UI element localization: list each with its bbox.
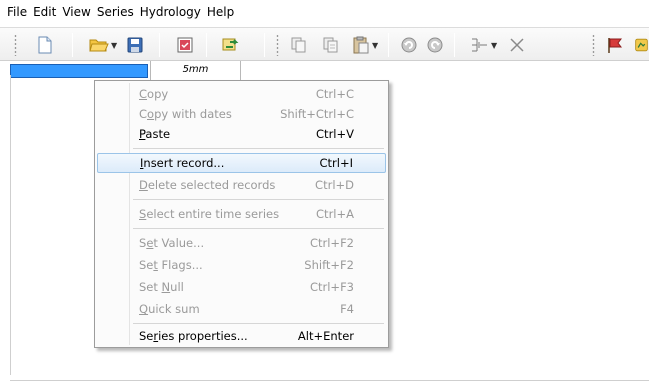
copy-icon[interactable] xyxy=(288,34,310,56)
map-icon[interactable] xyxy=(634,34,649,56)
menu-help[interactable]: Help xyxy=(204,0,237,24)
toolbar-separator xyxy=(388,33,389,57)
menu-item-shortcut: Ctrl+A xyxy=(316,207,354,221)
refresh-arrow-icon[interactable] xyxy=(220,34,242,56)
series-grid: 5mm xyxy=(10,61,242,80)
menu-item-label: Copy xyxy=(139,87,169,101)
new-document-icon[interactable] xyxy=(34,34,56,56)
menu-item-label: Select entire time series xyxy=(139,207,280,221)
menu-item-label: Series properties... xyxy=(139,329,248,343)
menu-item-shortcut: F4 xyxy=(340,302,354,316)
selected-grid-cell[interactable] xyxy=(10,64,148,78)
toolbar-grip[interactable] xyxy=(592,34,595,56)
menu-separator xyxy=(133,323,384,324)
menu-view[interactable]: View xyxy=(59,0,93,24)
menu-item-shortcut: Ctrl+C xyxy=(315,87,354,101)
menu-item-shortcut: Ctrl+I xyxy=(319,156,354,170)
menu-item-shortcut: Alt+Enter xyxy=(297,329,354,343)
menu-separator xyxy=(133,199,384,200)
menu-hydrology[interactable]: Hydrology xyxy=(137,0,204,24)
insert-dropdown-arrow-icon[interactable]: ▼ xyxy=(491,41,497,50)
menu-item-set-flags[interactable]: Set Flags... Shift+F2 xyxy=(97,255,386,275)
toolbar: ▼ ▼ ▼ xyxy=(0,27,649,61)
menu-item-delete-selected-records[interactable]: Delete selected records Ctrl+D xyxy=(97,175,386,195)
menu-item-label: Set Flags... xyxy=(139,258,203,272)
properties-icon[interactable] xyxy=(174,34,196,56)
menu-item-shortcut: Ctrl+F3 xyxy=(309,280,354,294)
paste-icon[interactable] xyxy=(350,34,372,56)
paste-dropdown-arrow-icon[interactable]: ▼ xyxy=(372,41,378,50)
copy-with-dates-icon[interactable] xyxy=(320,34,342,56)
delete-icon[interactable] xyxy=(506,34,528,56)
menu-item-shortcut: Ctrl+V xyxy=(316,127,354,141)
toolbar-separator xyxy=(206,33,207,57)
menu-item-shortcut: Ctrl+D xyxy=(315,178,354,192)
toolbar-separator xyxy=(454,33,455,57)
grid-bottom-border xyxy=(10,380,649,381)
menu-item-quick-sum[interactable]: Quick sum F4 xyxy=(97,299,386,319)
toolbar-separator xyxy=(159,33,160,57)
grid-left-border xyxy=(10,75,11,375)
menu-item-label: Paste xyxy=(139,127,171,141)
toolbar-grip[interactable] xyxy=(14,34,17,56)
menu-item-label: Insert record... xyxy=(140,156,225,170)
toolbar-grip[interactable] xyxy=(276,34,279,56)
insert-record-icon[interactable] xyxy=(468,34,490,56)
menu-item-insert-record[interactable]: Insert record... Ctrl+I xyxy=(97,153,386,173)
menu-item-shortcut: Shift+Ctrl+C xyxy=(280,107,354,121)
save-icon[interactable] xyxy=(124,34,146,56)
menu-item-series-properties[interactable]: Series properties... Alt+Enter xyxy=(97,326,386,346)
flag-icon[interactable] xyxy=(604,34,626,56)
menu-item-label: Set Null xyxy=(139,280,184,294)
menu-item-copy-with-dates[interactable]: Copy with dates Shift+Ctrl+C xyxy=(97,104,386,124)
menu-item-paste[interactable]: Paste Ctrl+V xyxy=(97,124,386,144)
menu-edit[interactable]: Edit xyxy=(30,0,59,24)
menu-item-set-null[interactable]: Set Null Ctrl+F3 xyxy=(97,277,386,297)
menu-separator xyxy=(133,228,384,229)
menu-item-set-value[interactable]: Set Value... Ctrl+F2 xyxy=(97,233,386,253)
menu-item-label: Set Value... xyxy=(139,236,205,250)
toolbar-separator xyxy=(72,33,73,57)
menu-series[interactable]: Series xyxy=(94,0,137,24)
menu-item-copy[interactable]: Copy Ctrl+C xyxy=(97,84,386,104)
menu-bar: File Edit View Series Hydrology Help xyxy=(0,0,649,24)
redo-icon[interactable] xyxy=(424,34,446,56)
menu-separator xyxy=(133,148,384,149)
menu-item-label: Quick sum xyxy=(139,302,200,316)
grid-column-header[interactable]: 5mm xyxy=(150,61,241,80)
menu-item-shortcut: Shift+F2 xyxy=(304,258,354,272)
open-folder-icon[interactable] xyxy=(88,34,110,56)
context-menu: Copy Ctrl+C Copy with dates Shift+Ctrl+C… xyxy=(94,80,389,348)
menu-item-select-entire-time-series[interactable]: Select entire time series Ctrl+A xyxy=(97,204,386,224)
menu-file[interactable]: File xyxy=(4,0,30,24)
menu-item-label: Copy with dates xyxy=(139,107,232,121)
menu-item-label: Delete selected records xyxy=(139,178,276,192)
menu-item-shortcut: Ctrl+F2 xyxy=(309,236,354,250)
undo-icon[interactable] xyxy=(398,34,420,56)
open-dropdown-arrow-icon[interactable]: ▼ xyxy=(111,41,117,50)
toolbar-separator xyxy=(264,33,265,57)
